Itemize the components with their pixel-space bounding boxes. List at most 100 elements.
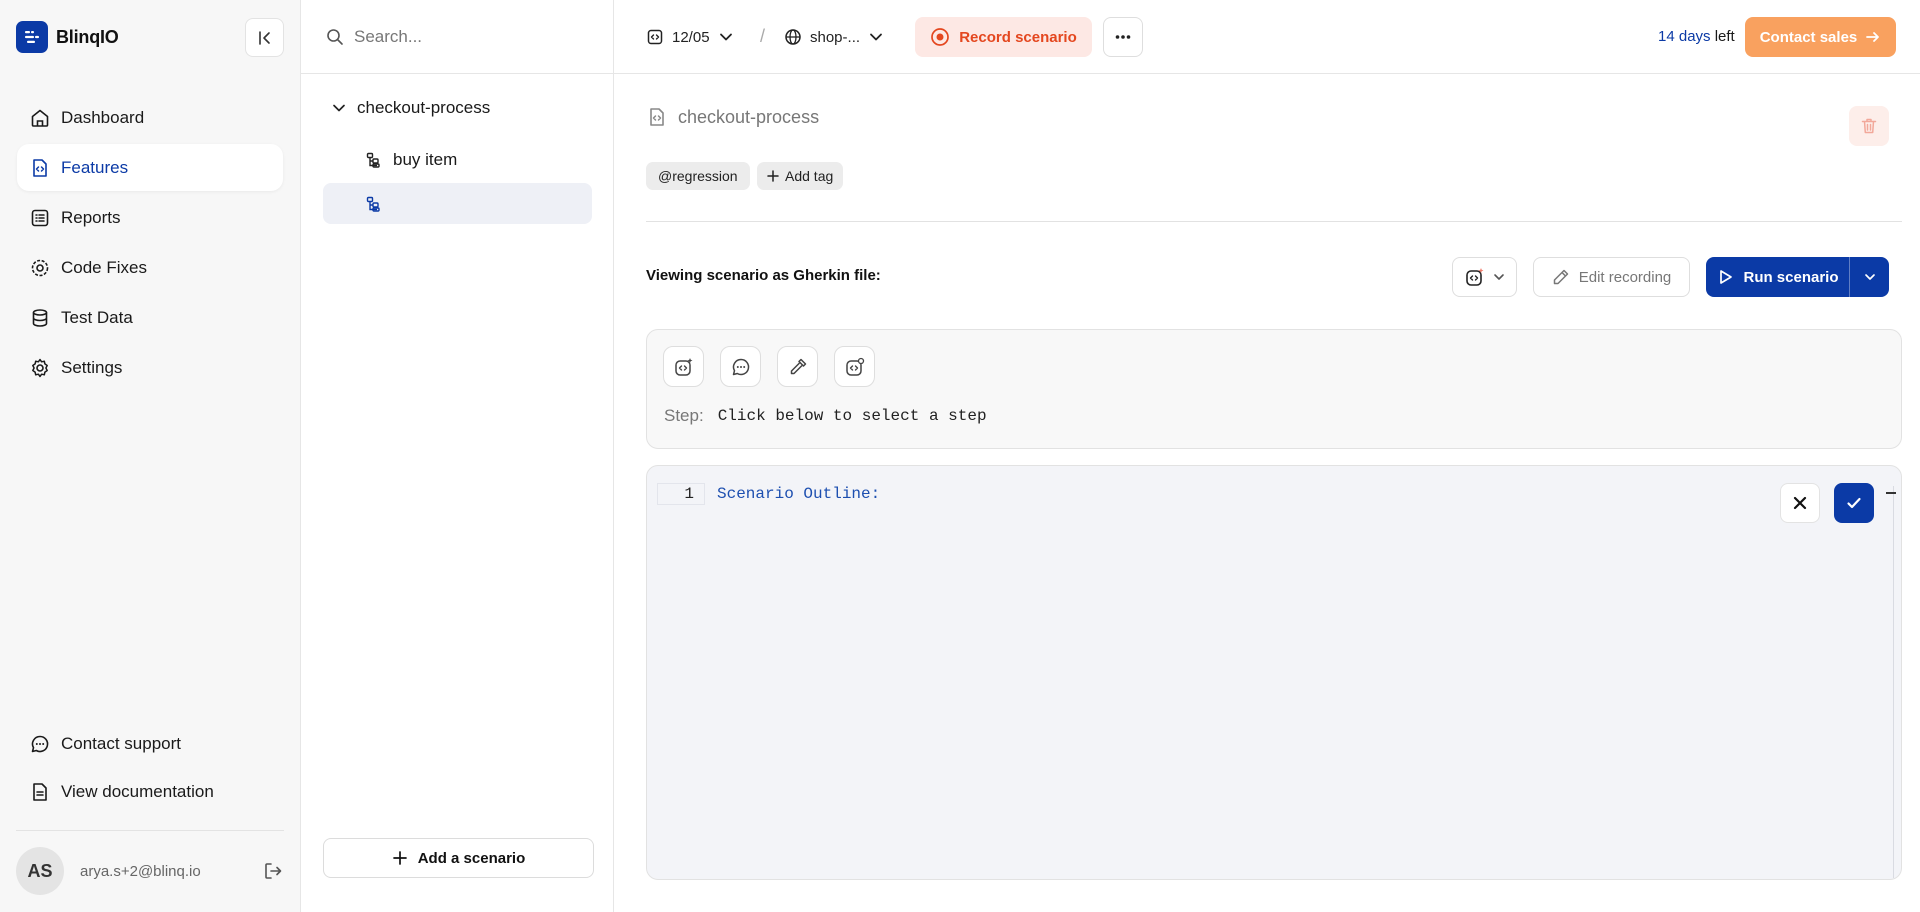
database-icon: [32, 308, 48, 327]
trial-remaining: 14 days left: [1658, 28, 1735, 45]
delete-scenario-button[interactable]: [1849, 106, 1889, 146]
comment-step-button[interactable]: [720, 346, 761, 387]
confirm-edit-button[interactable]: [1834, 483, 1874, 523]
version-label: 12/05: [672, 28, 710, 46]
logout-button[interactable]: [262, 860, 284, 882]
sidebar-item-label: Settings: [61, 357, 123, 377]
sidebar-item-reports[interactable]: Reports: [17, 194, 283, 241]
feature-file-icon: [33, 158, 47, 177]
step-settings-button[interactable]: [834, 346, 875, 387]
sidebar-nav: Dashboard Features Reports Code Fixes Te…: [17, 94, 283, 394]
collapse-sidebar-button[interactable]: [245, 18, 284, 57]
view-documentation-link[interactable]: View documentation: [17, 768, 283, 816]
document-icon: [33, 783, 47, 801]
play-icon: [1720, 270, 1733, 284]
record-icon: [931, 28, 950, 46]
edit-recording-label: Edit recording: [1578, 268, 1672, 286]
logo-text: BlinqIO: [56, 26, 119, 47]
sidebar: BlinqIO Dashboard Features Reports Code …: [0, 0, 301, 912]
contact-sales-button[interactable]: Contact sales: [1745, 17, 1896, 57]
version-file-icon: [647, 29, 663, 45]
chevron-down-icon: [870, 33, 882, 41]
arrow-right-icon: [1866, 32, 1880, 42]
sidebar-item-settings[interactable]: Settings: [17, 344, 283, 391]
sidebar-item-label: Dashboard: [61, 107, 145, 127]
tag-label: @regression: [658, 168, 738, 184]
chevron-down-icon[interactable]: [331, 100, 347, 116]
avatar[interactable]: AS: [16, 847, 64, 895]
edit-recording-button[interactable]: Edit recording: [1533, 257, 1690, 297]
feature-title: checkout-process: [646, 106, 819, 128]
add-scenario-label: Add a scenario: [417, 849, 526, 867]
user-profile: AS arya.s+2@blinq.io: [16, 847, 284, 895]
code-line[interactable]: 1 Scenario Outline:: [657, 483, 880, 505]
sidebar-item-test-data[interactable]: Test Data: [17, 294, 283, 341]
trial-suffix: left: [1710, 28, 1735, 45]
logo[interactable]: BlinqIO: [16, 21, 119, 53]
pick-element-button[interactable]: [777, 346, 818, 387]
environment-selector[interactable]: shop-...: [784, 0, 884, 74]
sidebar-item-label: Features: [61, 157, 129, 177]
run-scenario-button-group: Run scenario: [1706, 257, 1889, 297]
pencil-icon: [1553, 269, 1568, 285]
feature-file-icon: [650, 108, 664, 126]
scenario-item-buy-item[interactable]: buy item: [323, 139, 592, 180]
code-settings-icon: [845, 357, 864, 376]
sidebar-item-code-fixes[interactable]: Code Fixes: [17, 244, 283, 291]
record-scenario-button[interactable]: Record scenario: [915, 17, 1092, 57]
section-divider: [646, 221, 1902, 222]
add-tag-label: Add tag: [785, 168, 834, 184]
editor-minimap-marker: [1886, 492, 1896, 494]
add-tag-button[interactable]: Add tag: [757, 162, 844, 190]
logout-icon: [265, 863, 282, 879]
globe-icon: [785, 29, 801, 45]
step-panel: Step: Click below to select a step: [646, 329, 1902, 449]
topbar: 12/05 / shop-... Record scenario 14 days…: [614, 0, 1920, 74]
contact-support-link[interactable]: Contact support: [17, 720, 283, 768]
step-label: Step:: [664, 406, 704, 425]
version-selector[interactable]: 12/05: [646, 0, 734, 74]
collapse-left-icon: [258, 30, 270, 45]
search-bar: [301, 0, 613, 74]
scenario-steps-icon: [366, 152, 380, 168]
sidebar-item-label: Code Fixes: [61, 257, 147, 277]
chevron-down-icon: [1864, 274, 1875, 280]
chat-icon: [31, 735, 49, 753]
viewing-mode-label: Viewing scenario as Gherkin file:: [646, 267, 881, 284]
sidebar-item-features[interactable]: Features: [17, 144, 283, 191]
run-scenario-button[interactable]: Run scenario: [1706, 257, 1849, 297]
ai-assistant-selector[interactable]: [1452, 257, 1517, 297]
search-input[interactable]: [354, 26, 594, 47]
eyedropper-icon: [790, 358, 806, 374]
trash-icon: [1861, 118, 1877, 134]
feature-tree-node[interactable]: checkout-process: [331, 98, 490, 118]
more-options-button[interactable]: [1103, 17, 1143, 57]
add-scenario-button[interactable]: Add a scenario: [323, 838, 594, 878]
user-divider: [16, 830, 284, 831]
step-toolbar: [663, 346, 875, 387]
scenario-item-selected[interactable]: [323, 183, 592, 224]
tag-regression[interactable]: @regression: [646, 162, 750, 190]
scenario-editor-main: checkout-process @regression Add tag Vie…: [614, 74, 1920, 912]
sidebar-bottom-links: Contact support View documentation: [17, 720, 283, 816]
scenario-list-panel: checkout-process buy item Add a scenario: [301, 0, 614, 912]
editor-scrollbar[interactable]: [1893, 486, 1894, 878]
search-icon: [327, 28, 343, 45]
gherkin-code-editor[interactable]: 1 Scenario Outline:: [646, 465, 1902, 880]
contact-sales-label: Contact sales: [1759, 28, 1858, 46]
ai-generate-step-button[interactable]: [663, 346, 704, 387]
plus-icon: [392, 851, 407, 865]
sidebar-item-label: Reports: [61, 207, 121, 227]
user-email: arya.s+2@blinq.io: [80, 862, 201, 880]
close-icon: [1793, 496, 1807, 510]
record-scenario-label: Record scenario: [959, 28, 1077, 46]
run-scenario-label: Run scenario: [1743, 268, 1839, 286]
cancel-edit-button[interactable]: [1780, 483, 1820, 523]
feature-title-text: checkout-process: [678, 106, 820, 127]
more-horizontal-icon: [1115, 35, 1131, 39]
sidebar-item-dashboard[interactable]: Dashboard: [17, 94, 283, 141]
scenario-item-label: buy item: [393, 149, 458, 169]
ai-code-icon: [1465, 268, 1483, 286]
run-options-dropdown[interactable]: [1849, 257, 1889, 297]
plus-icon: [767, 170, 779, 182]
